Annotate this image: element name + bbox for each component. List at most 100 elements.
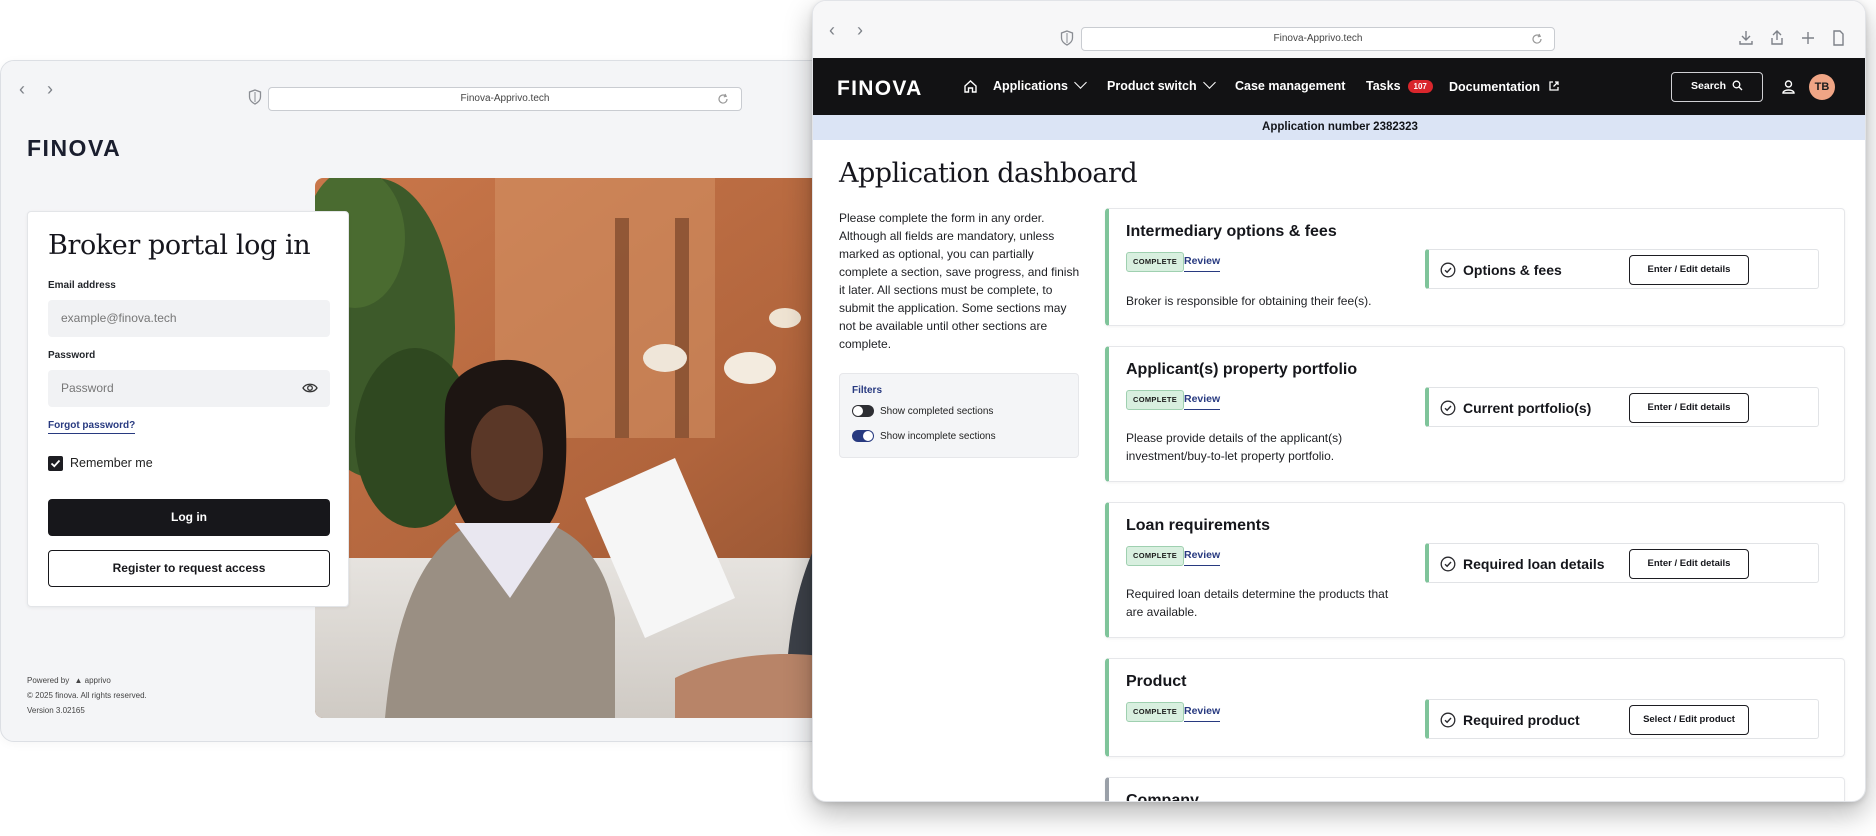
register-button[interactable]: Register to request access xyxy=(48,550,330,587)
check-circle-icon xyxy=(1440,556,1456,572)
nav-tasks-label: Tasks xyxy=(1366,79,1401,93)
nav-case-management[interactable]: Case management xyxy=(1235,79,1345,93)
section-item-label: Required product xyxy=(1463,712,1580,728)
apprivo-logo-icon: ▲ xyxy=(74,676,83,685)
show-completed-toggle[interactable] xyxy=(852,405,874,417)
page-title: Application dashboard xyxy=(839,158,1138,189)
section-title: Company xyxy=(1126,792,1199,802)
select-edit-product-button[interactable]: Select / Edit product xyxy=(1629,705,1749,735)
enter-edit-details-button[interactable]: Enter / Edit details xyxy=(1629,549,1749,579)
login-title: Broker portal log in xyxy=(48,230,311,261)
reload-icon[interactable] xyxy=(717,93,729,105)
section-company: Company xyxy=(1105,777,1845,802)
nav-product-switch-label: Product switch xyxy=(1107,79,1197,93)
powered-by-label: Powered by xyxy=(27,676,70,685)
section-title: Intermediary options & fees xyxy=(1126,223,1337,240)
password-placeholder: Password xyxy=(61,381,114,395)
reload-icon[interactable] xyxy=(1531,33,1543,45)
section-item-card: Required loan details Enter / Edit detai… xyxy=(1425,543,1819,583)
back-arrow-icon[interactable]: ‹ xyxy=(823,21,841,39)
download-icon[interactable] xyxy=(1737,29,1755,47)
check-circle-icon xyxy=(1440,400,1456,416)
section-item-label: Current portfolio(s) xyxy=(1463,400,1592,416)
back-arrow-icon[interactable]: ‹ xyxy=(13,80,31,98)
remember-me-checkbox[interactable] xyxy=(48,456,63,471)
copyright: © 2025 finova. All rights reserved. xyxy=(27,691,147,700)
tabs-overview-icon[interactable] xyxy=(1829,29,1847,47)
filters-panel: Filters Show completed sections Show inc… xyxy=(839,373,1079,458)
section-title: Product xyxy=(1126,673,1187,690)
home-icon[interactable] xyxy=(963,79,978,94)
main-navigation: FINOVA Applications Product switch Case … xyxy=(813,58,1865,115)
chevron-down-icon xyxy=(1202,76,1216,89)
nav-documentation-label: Documentation xyxy=(1449,80,1540,94)
new-tab-plus-icon[interactable] xyxy=(1799,29,1817,47)
section-product: Product COMPLETE Review Required product… xyxy=(1105,658,1845,757)
status-badge: COMPLETE xyxy=(1126,252,1185,272)
status-badge: COMPLETE xyxy=(1126,546,1185,566)
review-link[interactable]: Review xyxy=(1184,393,1221,410)
enter-edit-details-button[interactable]: Enter / Edit details xyxy=(1629,255,1749,285)
login-button[interactable]: Log in xyxy=(48,499,330,536)
filters-title: Filters xyxy=(852,385,883,396)
forward-arrow-icon[interactable]: › xyxy=(851,21,869,39)
finova-logo: FINOVA xyxy=(27,137,121,159)
show-incomplete-label: Show incomplete sections xyxy=(880,431,996,442)
section-description: Broker is responsible for obtaining thei… xyxy=(1126,294,1372,308)
section-title: Applicant(s) property portfolio xyxy=(1126,361,1358,378)
page-description: Please complete the form in any order. A… xyxy=(839,211,1080,351)
forgot-password-link[interactable]: Forgot password? xyxy=(48,420,136,434)
section-intermediary-options: Intermediary options & fees COMPLETE Rev… xyxy=(1105,208,1845,326)
section-item-label: Options & fees xyxy=(1463,262,1562,278)
powered-by: Powered by ▲ apprivo xyxy=(27,676,111,685)
section-loan-requirements: Loan requirements COMPLETE Review Requir… xyxy=(1105,502,1845,638)
review-link[interactable]: Review xyxy=(1184,255,1221,272)
show-incomplete-toggle[interactable] xyxy=(852,430,874,442)
remember-me-label: Remember me xyxy=(70,456,153,470)
finova-logo[interactable]: FINOVA xyxy=(837,77,929,97)
version: Version 3.02165 xyxy=(27,706,85,715)
password-field[interactable]: Password xyxy=(48,370,330,407)
application-number-bar: Application number 2382323 xyxy=(813,115,1865,140)
url-bar[interactable]: Finova-Apprivo.tech xyxy=(1081,27,1555,51)
check-circle-icon xyxy=(1440,712,1456,728)
review-link[interactable]: Review xyxy=(1184,705,1221,722)
user-avatar[interactable]: TB xyxy=(1809,74,1835,100)
enter-edit-details-button[interactable]: Enter / Edit details xyxy=(1629,393,1749,423)
section-property-portfolio: Applicant(s) property portfolio COMPLETE… xyxy=(1105,346,1845,482)
tasks-count-badge: 107 xyxy=(1407,80,1433,93)
status-badge: COMPLETE xyxy=(1126,702,1185,722)
toggle-knob xyxy=(853,406,863,416)
nav-tasks[interactable]: Tasks 107 xyxy=(1366,79,1433,94)
shield-icon xyxy=(1060,30,1074,46)
nav-applications[interactable]: Applications xyxy=(993,76,1087,93)
section-title: Loan requirements xyxy=(1126,517,1271,534)
check-circle-icon xyxy=(1440,262,1456,278)
show-password-eye-icon[interactable] xyxy=(302,381,318,395)
search-button[interactable]: Search xyxy=(1671,72,1763,102)
url-bar[interactable]: Finova-Apprivo.tech xyxy=(268,87,742,111)
password-label: Password xyxy=(48,350,96,361)
email-placeholder: example@finova.tech xyxy=(61,311,177,325)
logo-text: FINOVA xyxy=(27,137,121,159)
toggle-knob xyxy=(863,431,873,441)
section-item-card: Options & fees Enter / Edit details xyxy=(1425,249,1819,289)
section-description: Please provide details of the applicant(… xyxy=(1126,431,1343,463)
share-icon[interactable] xyxy=(1768,29,1786,47)
forward-arrow-icon[interactable]: › xyxy=(41,80,59,98)
nav-product-switch[interactable]: Product switch xyxy=(1107,76,1216,93)
email-field[interactable]: example@finova.tech xyxy=(48,300,330,337)
powered-by-brand: apprivo xyxy=(84,676,111,685)
review-link[interactable]: Review xyxy=(1184,549,1221,566)
section-description: Required loan details determine the prod… xyxy=(1126,587,1389,619)
dashboard-browser-window: ‹ › Finova-Apprivo.tech FINOVA Applicati… xyxy=(812,0,1866,802)
logo-text: FINOVA xyxy=(837,77,923,97)
chevron-down-icon xyxy=(1074,76,1087,89)
external-link-icon xyxy=(1549,81,1559,91)
nav-documentation[interactable]: Documentation xyxy=(1449,79,1560,94)
shield-icon xyxy=(248,89,262,105)
url-text: Finova-Apprivo.tech xyxy=(460,93,550,104)
search-label: Search xyxy=(1691,80,1727,92)
section-item-label: Required loan details xyxy=(1463,556,1605,572)
user-profile-icon[interactable] xyxy=(1781,79,1796,94)
